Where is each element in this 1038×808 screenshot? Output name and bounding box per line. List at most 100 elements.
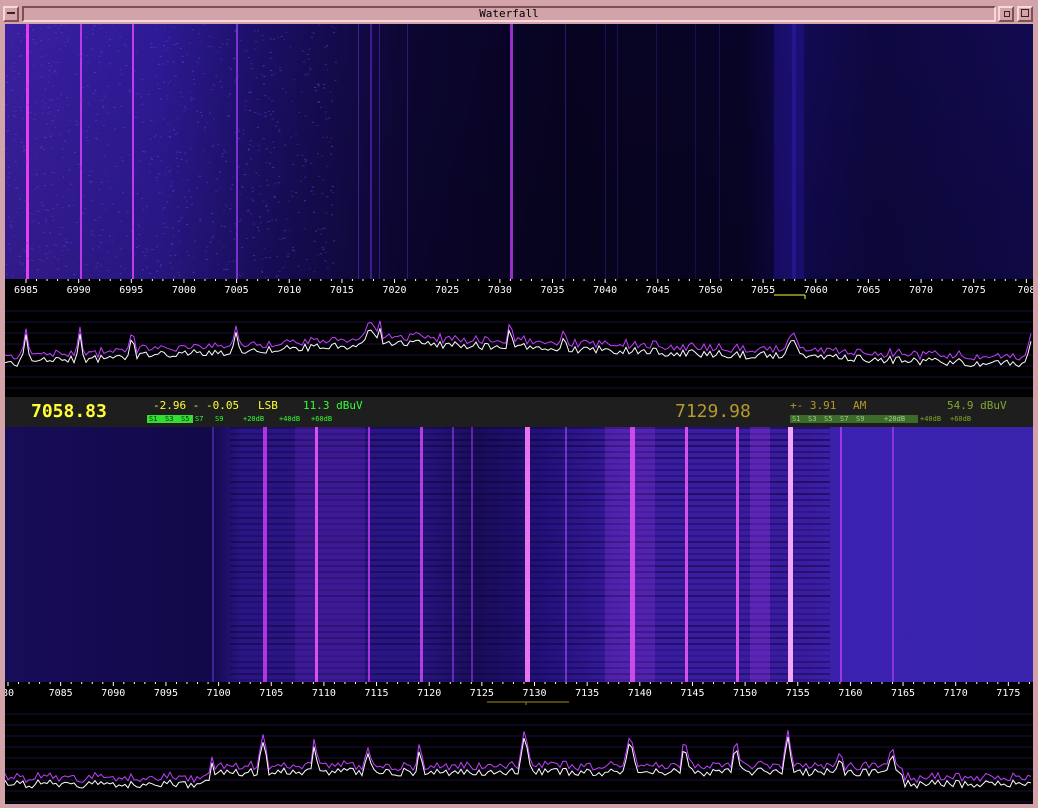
noise-speck bbox=[61, 207, 64, 209]
noise-speck bbox=[98, 24, 101, 26]
noise-speck bbox=[48, 75, 51, 77]
rx2-mode[interactable]: AM bbox=[853, 399, 866, 412]
top-tick-label-9: 7030 bbox=[488, 285, 512, 296]
noise-speck bbox=[26, 258, 29, 260]
noise-speck bbox=[185, 200, 188, 202]
top-tick-label-1: 6990 bbox=[67, 285, 91, 296]
noise-speck bbox=[156, 155, 159, 157]
noise-speck bbox=[41, 112, 44, 114]
noise-speck bbox=[168, 136, 171, 138]
noise-speck bbox=[209, 35, 212, 37]
receiver-status-bar: 7058.83 -2.96 - -0.05 LSB 11.3 dBuV S1 S… bbox=[5, 397, 1033, 427]
noise-speck bbox=[313, 240, 316, 242]
noise-speck bbox=[58, 48, 61, 50]
top-signal-trace bbox=[656, 24, 657, 279]
noise-speck bbox=[310, 36, 313, 38]
noise-speck bbox=[133, 253, 136, 255]
noise-speck bbox=[23, 151, 26, 153]
noise-speck bbox=[40, 145, 43, 147]
spectrum-plot-top[interactable] bbox=[5, 303, 1033, 397]
noise-speck bbox=[217, 143, 220, 145]
noise-speck bbox=[104, 208, 107, 210]
noise-speck bbox=[153, 136, 156, 138]
noise-speck bbox=[54, 115, 57, 117]
noise-speck bbox=[142, 252, 145, 254]
frequency-scale-bottom[interactable]: 80 7085 7090 7095 7100 7105 7110 7115 7120 7125 71… bbox=[5, 682, 1033, 706]
noise-speck bbox=[66, 40, 69, 42]
noise-speck bbox=[70, 242, 73, 244]
noise-speck bbox=[223, 149, 226, 151]
bottom-tick-label-2: 7090 bbox=[101, 688, 125, 699]
noise-speck bbox=[308, 48, 311, 50]
noise-speck bbox=[44, 185, 47, 187]
noise-speck bbox=[6, 273, 9, 275]
noise-speck bbox=[175, 117, 178, 119]
noise-speck bbox=[115, 165, 118, 167]
noise-speck bbox=[174, 75, 177, 77]
noise-speck bbox=[108, 38, 111, 40]
noise-speck bbox=[270, 74, 273, 76]
rx1-mode[interactable]: LSB bbox=[258, 399, 278, 412]
noise-speck bbox=[331, 204, 334, 206]
noise-speck bbox=[24, 35, 27, 37]
noise-speck bbox=[253, 259, 256, 261]
noise-speck bbox=[198, 57, 201, 59]
noise-speck bbox=[257, 145, 260, 147]
noise-speck bbox=[237, 273, 240, 275]
bottom-signal-trace bbox=[892, 427, 894, 682]
waterfall-display-top[interactable] bbox=[5, 24, 1033, 279]
top-signal-trace bbox=[792, 24, 796, 279]
noise-speck bbox=[310, 190, 313, 192]
rx1-frequency[interactable]: 7058.83 bbox=[31, 401, 107, 422]
rx2-smeter-s9: S9 bbox=[854, 415, 882, 423]
noise-speck bbox=[202, 73, 205, 75]
rx2-offset: +- 3.91 bbox=[790, 399, 837, 412]
bottom-tick-label-16: 7160 bbox=[838, 688, 862, 699]
noise-speck bbox=[106, 40, 109, 42]
noise-speck bbox=[120, 73, 123, 75]
top-tick-label-17: 7070 bbox=[909, 285, 933, 296]
noise-speck bbox=[199, 219, 202, 221]
noise-speck bbox=[148, 163, 151, 165]
noise-speck bbox=[22, 150, 25, 152]
noise-speck bbox=[11, 110, 14, 112]
minimize-button[interactable] bbox=[998, 6, 1014, 22]
title-bar[interactable]: Waterfall bbox=[0, 4, 1038, 24]
noise-speck bbox=[265, 205, 268, 207]
noise-speck bbox=[17, 73, 20, 75]
noise-speck bbox=[261, 258, 264, 260]
spectrum-plot-bottom[interactable] bbox=[5, 706, 1033, 804]
window-menu-button[interactable] bbox=[3, 6, 19, 22]
noise-speck bbox=[57, 178, 60, 180]
waterfall-display-bottom[interactable] bbox=[5, 427, 1033, 682]
noise-speck bbox=[162, 45, 165, 47]
noise-speck bbox=[7, 166, 10, 168]
noise-speck bbox=[155, 134, 158, 136]
noise-speck bbox=[256, 226, 259, 228]
noise-speck bbox=[103, 125, 106, 127]
top-tick-label-5: 7010 bbox=[277, 285, 301, 296]
top-signal-trace bbox=[617, 24, 618, 279]
rx1-smeter-s5: S5 bbox=[179, 415, 193, 423]
noise-speck bbox=[138, 244, 141, 246]
noise-speck bbox=[273, 195, 276, 197]
noise-speck bbox=[187, 255, 190, 257]
noise-speck bbox=[134, 169, 137, 171]
noise-speck bbox=[215, 178, 218, 180]
top-tick-label-10: 7035 bbox=[540, 285, 564, 296]
maximize-button[interactable] bbox=[1017, 6, 1033, 22]
frequency-scale-top[interactable]: 6985 6990 6995 7000 7005 7010 7015 7020 7025 7030… bbox=[5, 279, 1033, 303]
noise-speck bbox=[212, 144, 215, 146]
noise-speck bbox=[267, 228, 270, 230]
rx2-frequency[interactable]: 7129.98 bbox=[675, 401, 751, 422]
noise-speck bbox=[104, 173, 107, 175]
noise-speck bbox=[297, 265, 300, 267]
noise-speck bbox=[155, 75, 158, 77]
noise-speck bbox=[211, 213, 214, 215]
noise-speck bbox=[168, 37, 171, 39]
noise-speck bbox=[138, 225, 141, 227]
noise-speck bbox=[52, 72, 55, 74]
noise-speck bbox=[130, 230, 133, 232]
rx1-smeter-60db: +60dB bbox=[311, 415, 333, 423]
rx1-smeter-s3: S3 bbox=[163, 415, 179, 423]
